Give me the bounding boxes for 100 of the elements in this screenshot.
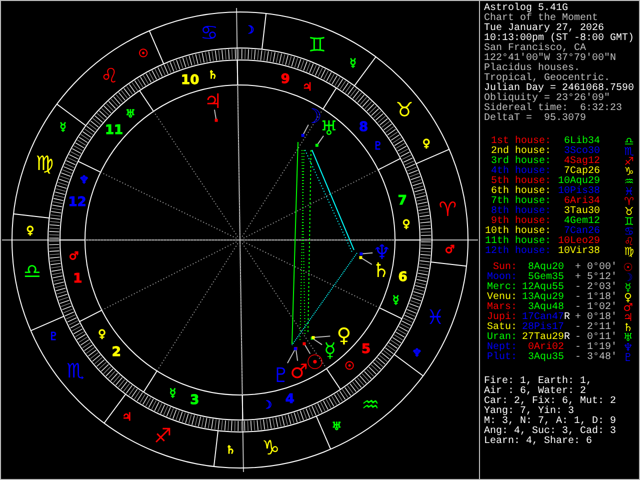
planet-name: Venu:	[486, 293, 517, 303]
planet-marker	[301, 124, 309, 137]
ruler-glyph: ♀	[422, 136, 430, 150]
retrograde-mark: R	[564, 333, 570, 343]
planet-name: Moon:	[486, 273, 517, 283]
house-label: 4th house:	[490, 167, 551, 177]
sign-glyph: ♌	[100, 64, 118, 88]
sign-glyph: ♍	[623, 247, 635, 257]
house-cusp: 6Ari34	[562, 197, 600, 207]
ruler-glyph: ♇	[373, 139, 383, 152]
house-label: 8th house:	[490, 207, 551, 217]
planet-name: Plut:	[486, 353, 517, 363]
ruler-glyph: ♂	[444, 242, 455, 256]
sign-glyph: ♈	[623, 197, 635, 207]
planet-glyph: ♃	[622, 313, 634, 323]
ruler-glyph: ♀	[402, 218, 410, 231]
planet-position: 13Aqu29	[522, 293, 564, 303]
planet-position: 12Aqu55	[522, 283, 564, 293]
house-number: 1	[73, 271, 82, 286]
planet-latitude: + 5°12'	[575, 273, 618, 283]
planet-glyph: ☽	[304, 104, 322, 128]
sign-glyph: ♓	[623, 187, 635, 197]
ruler-glyph: ♃	[302, 80, 312, 94]
ruler-glyph: ♀	[98, 328, 106, 341]
house-number: 2	[112, 344, 121, 360]
house-cusp: 10Leo29	[556, 237, 600, 247]
sign-glyph: ♋	[623, 227, 635, 237]
planet-latitude: - 2°11'	[575, 323, 618, 333]
planet-glyph: ♄	[622, 323, 634, 333]
summary-line: Car: 2, Fix: 6, Mut: 2	[484, 397, 618, 407]
info-line: DeltaT = 95.3079	[484, 114, 588, 124]
house-label: 7th house:	[490, 197, 551, 207]
summary-line: Fire: 1, Earth: 1,	[484, 377, 594, 387]
sign-glyph: ♒	[623, 177, 635, 187]
planet-glyph: ♂	[290, 359, 308, 383]
house-label: 5th house:	[490, 177, 551, 187]
planet-glyph: ♀	[336, 323, 352, 347]
ruler-glyph: ☿	[169, 386, 176, 400]
sign-glyph: ♑	[623, 167, 635, 177]
planet-latitude: - 2°03'	[575, 283, 618, 293]
planet-glyph: ☽	[622, 273, 634, 283]
sign-glyph: ♊	[308, 32, 326, 57]
planet-position: 28Pis17	[522, 323, 564, 333]
planet-marker	[214, 109, 218, 122]
house-cusp: 7Can26	[564, 227, 600, 237]
ruler-glyph: ☉	[138, 47, 148, 60]
summary-line: Yang: 7, Yin: 3	[484, 407, 574, 417]
house-number: 11	[104, 122, 124, 138]
planet-name: Merc:	[486, 283, 517, 293]
house-label: 3rd house:	[490, 157, 551, 167]
planet-latitude: + 0°00'	[575, 263, 618, 273]
house-number: 6	[398, 270, 408, 285]
sign-glyph: ♐	[154, 423, 172, 448]
ruler-glyph: ☉	[344, 360, 354, 373]
summary-line: Learn: 4, Share: 6	[484, 437, 594, 447]
sign-glyph: ♐	[623, 157, 635, 167]
planet-marker	[315, 135, 324, 147]
planet-latitude: - 1°02'	[575, 303, 618, 313]
planet-position: 3Aqu35	[526, 353, 564, 363]
sign-glyph: ♑	[262, 436, 280, 460]
house-cusp: 3Tau30	[562, 207, 600, 217]
ruler-glyph: ♄	[208, 68, 218, 82]
house-cusp: 10Pis38	[556, 187, 600, 197]
info-line: Julian Day = 2461068.7590	[484, 84, 636, 94]
house-label: 12th house:	[484, 247, 551, 257]
planet-glyph: ☉	[306, 350, 324, 374]
sign-glyph: ♎	[23, 258, 42, 283]
planet-latitude: - 1°19'	[575, 343, 618, 353]
planet-name: Sun:	[492, 263, 517, 273]
planet-glyph: ♅	[320, 116, 338, 140]
info-line: Sidereal time: 6:32:23	[484, 104, 624, 114]
planet-name: Uran:	[486, 333, 517, 343]
sign-glyph: ♊	[623, 217, 635, 227]
sign-glyph: ♋	[200, 20, 218, 44]
ruler-glyph: ♅	[126, 107, 136, 120]
ruler-glyph: ☿	[350, 56, 356, 70]
planet-latitude: - 0°11'	[575, 333, 618, 343]
sign-glyph: ♏	[66, 358, 84, 383]
info-line: San Francisco, CA	[484, 44, 586, 54]
house-number: 8	[359, 120, 368, 136]
info-line: 122°41'00"W 37°79'00"N	[484, 54, 618, 64]
info-line: Placidus houses.	[484, 64, 580, 74]
house-cusp: 3Sco30	[562, 147, 600, 157]
house-number: 9	[280, 72, 290, 87]
ruler-glyph: ☽	[244, 24, 254, 37]
sign-glyph: ♏	[623, 147, 635, 157]
planet-glyph: ☉	[622, 263, 634, 273]
planet-position: 3Aqu48	[528, 303, 564, 313]
info-line: Tropical, Geocentric.	[484, 74, 610, 84]
house-label: 6th house:	[490, 187, 551, 197]
house-label: 2nd house:	[490, 147, 551, 157]
house-number: 4	[285, 392, 294, 407]
sign-glyph: ♓	[426, 305, 444, 330]
sign-glyph: ♈	[438, 197, 457, 222]
ruler-glyph: ♃	[122, 410, 132, 424]
sign-glyph: ♎	[623, 137, 635, 147]
planet-glyph: ♆	[622, 343, 634, 353]
planet-glyph: ♅	[622, 333, 634, 343]
house-cusp: 6Lib34	[562, 137, 600, 147]
sign-glyph: ♉	[623, 207, 635, 217]
